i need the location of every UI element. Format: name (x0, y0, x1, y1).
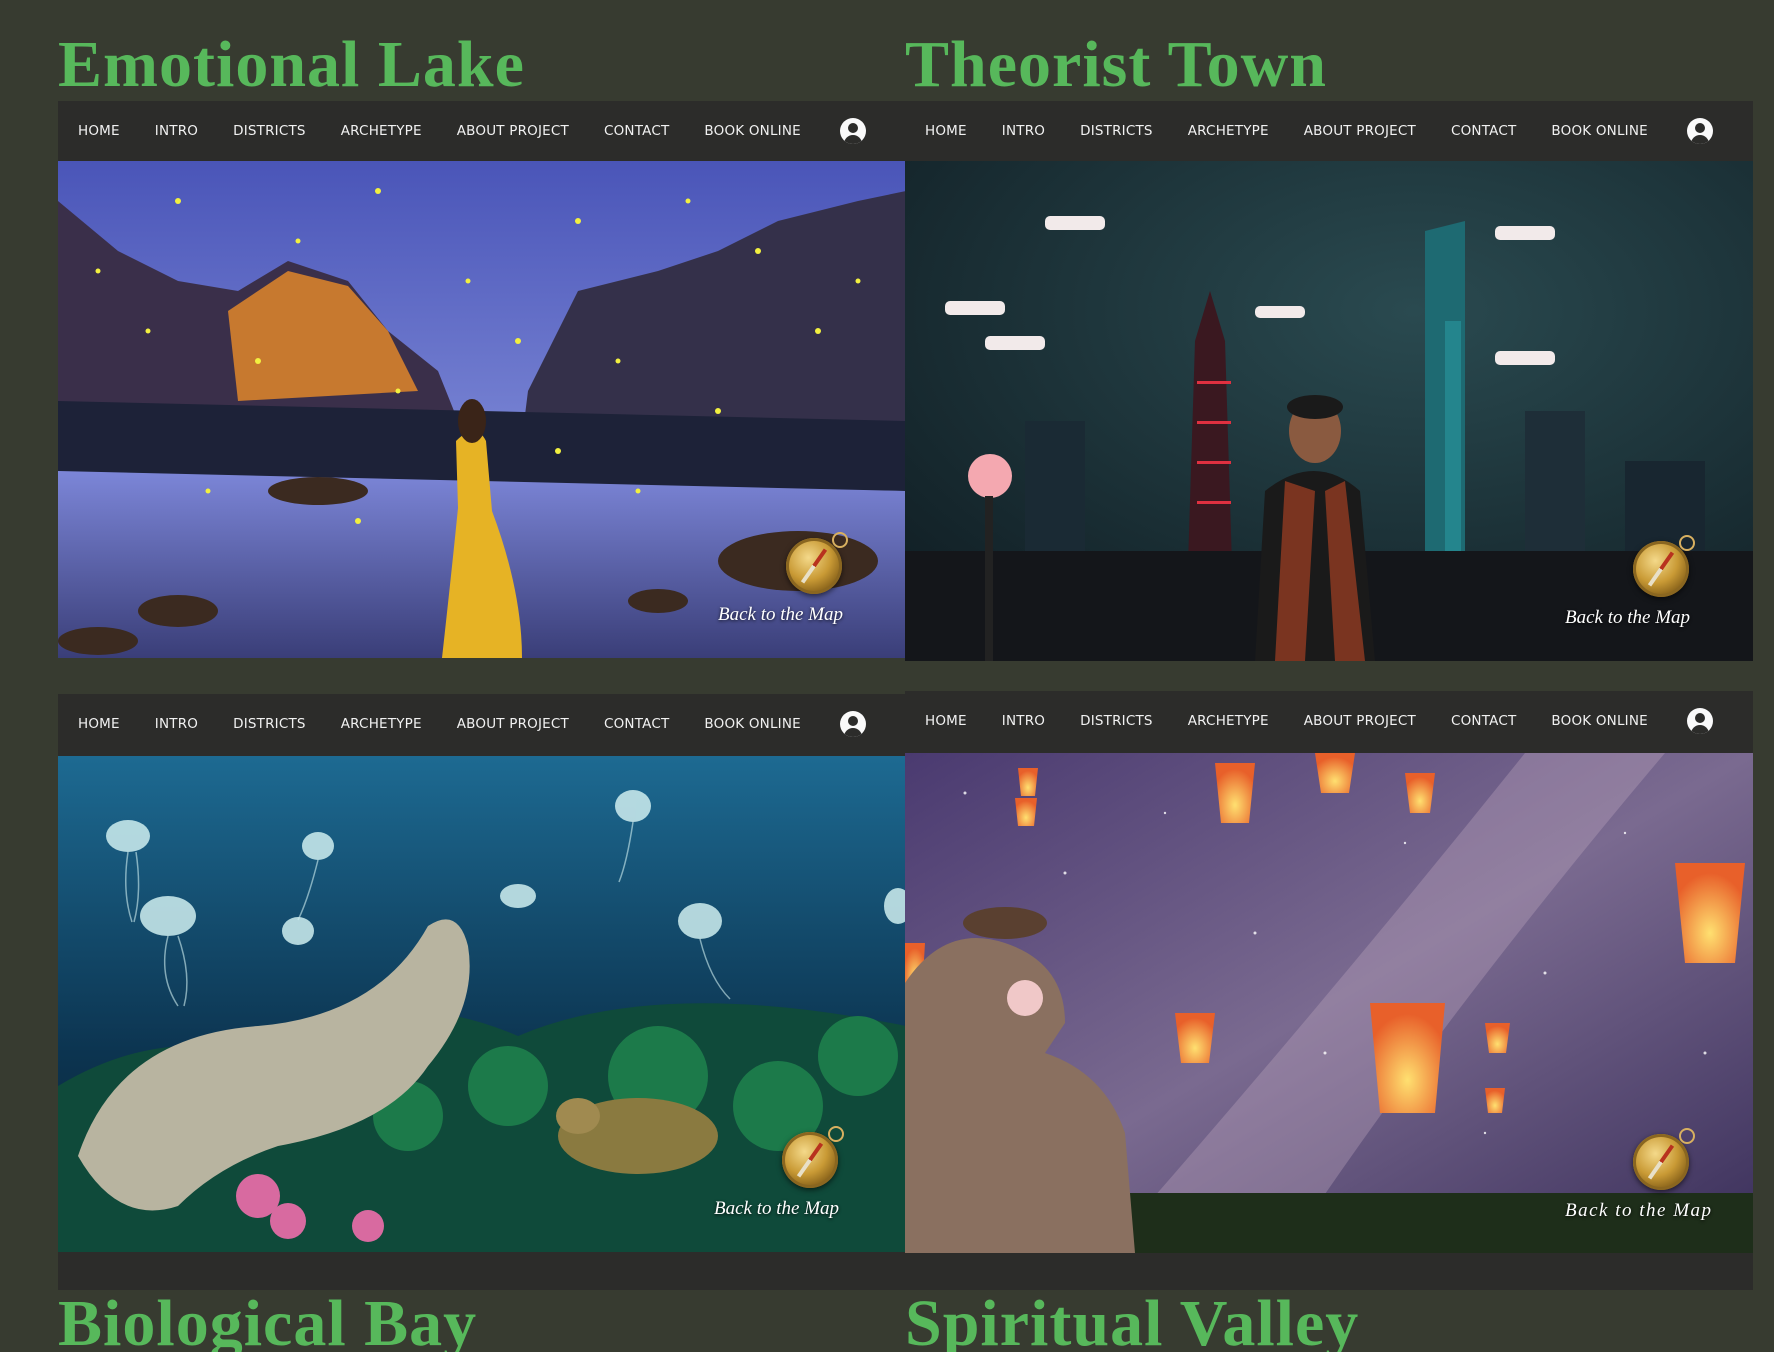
back-to-map-link[interactable]: Back to the Map (1565, 535, 1745, 641)
nav-about-project[interactable]: ABOUT PROJECT (457, 716, 569, 732)
nav-home[interactable]: HOME (78, 123, 120, 139)
panel-biological-bay: HOME INTRO DISTRICTS ARCHETYPE ABOUT PRO… (58, 694, 906, 1290)
nav-contact[interactable]: CONTACT (604, 123, 669, 139)
back-to-map-label: Back to the Map (718, 604, 844, 625)
site-nav: HOME INTRO DISTRICTS ARCHETYPE ABOUT PRO… (905, 691, 1753, 751)
panel-emotional-lake: HOME INTRO DISTRICTS ARCHETYPE ABOUT PRO… (58, 101, 906, 658)
back-to-map-label: Back to the Map (714, 1198, 840, 1219)
panel-spiritual-valley: HOME INTRO DISTRICTS ARCHETYPE ABOUT PRO… (905, 691, 1753, 1290)
nav-intro[interactable]: INTRO (155, 716, 198, 732)
nav-book-online[interactable]: BOOK ONLINE (704, 123, 800, 139)
user-account-icon[interactable] (1686, 118, 1713, 144)
nav-contact[interactable]: CONTACT (1451, 123, 1516, 139)
compass-icon (1633, 1128, 1695, 1190)
compass-icon (1633, 535, 1695, 597)
nav-book-online[interactable]: BOOK ONLINE (1551, 123, 1647, 139)
site-nav: HOME INTRO DISTRICTS ARCHETYPE ABOUT PRO… (58, 101, 906, 161)
nav-home[interactable]: HOME (925, 123, 967, 139)
compass-icon (786, 532, 848, 594)
compass-icon (782, 1126, 844, 1188)
nav-about-project[interactable]: ABOUT PROJECT (1304, 123, 1416, 139)
title-spiritual-valley: Spiritual Valley (905, 1287, 1360, 1352)
title-emotional-lake: Emotional Lake (58, 28, 525, 101)
nav-districts[interactable]: DISTRICTS (1080, 123, 1153, 139)
nav-archetype[interactable]: ARCHETYPE (341, 716, 422, 732)
nav-about-project[interactable]: ABOUT PROJECT (1304, 713, 1416, 729)
title-biological-bay: Biological Bay (58, 1287, 478, 1352)
nav-districts[interactable]: DISTRICTS (233, 123, 306, 139)
nav-districts[interactable]: DISTRICTS (1080, 713, 1153, 729)
nav-contact[interactable]: CONTACT (604, 716, 669, 732)
back-to-map-link[interactable]: Back to the Map (718, 532, 898, 638)
nav-archetype[interactable]: ARCHETYPE (1188, 713, 1269, 729)
nav-archetype[interactable]: ARCHETYPE (1188, 123, 1269, 139)
site-nav: HOME INTRO DISTRICTS ARCHETYPE ABOUT PRO… (905, 101, 1753, 161)
title-theorist-town: Theorist Town (905, 28, 1327, 101)
back-to-map-link[interactable]: Back to the Map (1565, 1128, 1745, 1234)
nav-book-online[interactable]: BOOK ONLINE (1551, 713, 1647, 729)
panel-theorist-town: HOME INTRO DISTRICTS ARCHETYPE ABOUT PRO… (905, 101, 1753, 661)
nav-intro[interactable]: INTRO (1002, 123, 1045, 139)
nav-districts[interactable]: DISTRICTS (233, 716, 306, 732)
nav-archetype[interactable]: ARCHETYPE (341, 123, 422, 139)
user-account-icon[interactable] (1686, 708, 1713, 734)
nav-intro[interactable]: INTRO (155, 123, 198, 139)
back-to-map-label: Back to the Map (1565, 1200, 1713, 1221)
back-to-map-link[interactable]: Back to the Map (714, 1126, 894, 1232)
nav-contact[interactable]: CONTACT (1451, 713, 1516, 729)
user-account-icon[interactable] (839, 711, 866, 737)
nav-home[interactable]: HOME (78, 716, 120, 732)
nav-home[interactable]: HOME (925, 713, 967, 729)
back-to-map-label: Back to the Map (1565, 607, 1691, 628)
nav-book-online[interactable]: BOOK ONLINE (704, 716, 800, 732)
nav-about-project[interactable]: ABOUT PROJECT (457, 123, 569, 139)
user-account-icon[interactable] (839, 118, 866, 144)
site-nav: HOME INTRO DISTRICTS ARCHETYPE ABOUT PRO… (58, 694, 906, 754)
nav-intro[interactable]: INTRO (1002, 713, 1045, 729)
